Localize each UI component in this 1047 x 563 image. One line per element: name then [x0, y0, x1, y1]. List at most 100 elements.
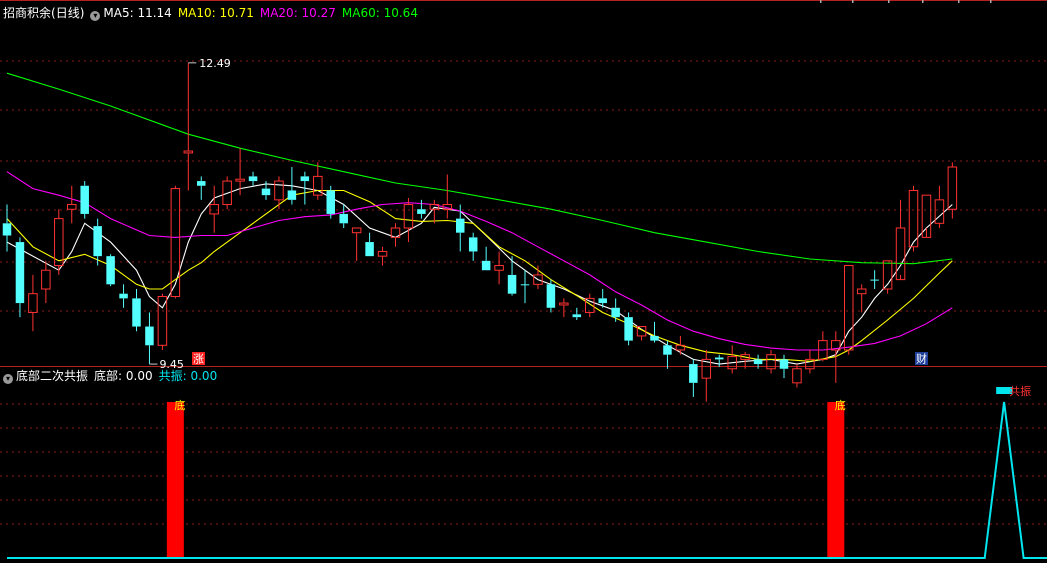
candle[interactable]	[818, 331, 828, 362]
candle[interactable]	[377, 246, 388, 266]
candle[interactable]	[28, 274, 38, 332]
candle-body	[417, 209, 426, 214]
indicator-dropdown-icon[interactable]: ▾	[3, 374, 13, 384]
candle[interactable]	[197, 176, 206, 200]
candle[interactable]	[326, 185, 336, 219]
top-toolbar-tick	[990, 0, 992, 3]
candle-body	[170, 188, 181, 298]
candle-body	[209, 204, 219, 215]
candle[interactable]	[675, 335, 686, 355]
candle-body	[870, 279, 879, 281]
candle[interactable]	[494, 251, 504, 285]
candle[interactable]	[715, 354, 724, 367]
candle-body	[856, 288, 867, 295]
ma-legend-ma5: MA5: 11.14	[103, 6, 172, 20]
candle[interactable]	[766, 350, 776, 374]
candle[interactable]	[520, 270, 530, 304]
candle[interactable]	[934, 185, 945, 228]
ma-legend: MA5: 11.14 MA10: 10.71 MA20: 10.27 MA60: 10…	[103, 6, 424, 20]
candle[interactable]	[481, 246, 491, 271]
candle-body	[351, 227, 362, 234]
settings-dropdown-icon[interactable]: ▾	[90, 11, 101, 21]
candle[interactable]	[2, 204, 12, 252]
candle[interactable]	[274, 176, 284, 210]
candle-body	[947, 166, 958, 210]
candle-body	[895, 227, 906, 281]
chart-canvas[interactable]: 底底共振 12.499.45 涨财	[0, 0, 1047, 563]
candle[interactable]	[856, 284, 867, 313]
candle-body	[119, 293, 128, 299]
candle[interactable]	[572, 307, 582, 320]
candle[interactable]	[351, 227, 362, 261]
candle-body	[300, 176, 310, 182]
candle-body	[494, 265, 504, 271]
candle[interactable]	[390, 223, 401, 247]
candle[interactable]	[611, 298, 620, 322]
candle-body	[481, 260, 491, 271]
candlestick-series[interactable]	[2, 62, 958, 402]
candle-body	[106, 256, 115, 285]
candle[interactable]	[870, 270, 879, 289]
candle[interactable]	[792, 364, 802, 388]
candle-body	[663, 345, 672, 355]
candle[interactable]	[339, 204, 348, 228]
candle[interactable]	[559, 298, 569, 318]
candle[interactable]	[248, 171, 258, 186]
top-toolbar-tick	[852, 0, 854, 3]
candle[interactable]	[80, 181, 89, 219]
candle[interactable]	[895, 199, 906, 281]
candle-body	[365, 242, 374, 257]
candle-body	[468, 237, 478, 252]
candle[interactable]	[701, 350, 712, 402]
candle[interactable]	[41, 260, 51, 304]
candle[interactable]	[15, 237, 25, 318]
bottom-signal-bar	[166, 402, 184, 558]
candle-body	[15, 242, 25, 304]
candle-body	[753, 359, 763, 365]
candle-body	[792, 368, 802, 384]
candle[interactable]	[844, 265, 854, 355]
candle[interactable]	[663, 340, 672, 369]
candle[interactable]	[779, 354, 789, 379]
candle[interactable]	[882, 260, 893, 294]
resonance-value: 0.00	[190, 369, 218, 383]
candle[interactable]	[456, 204, 465, 252]
candle[interactable]	[209, 185, 219, 233]
indicator-header: ▾ 底部二次共振 底部: 0.00 共振: 0.00	[3, 369, 217, 384]
candle[interactable]	[624, 312, 633, 346]
candle-body	[339, 213, 348, 224]
candle[interactable]	[119, 284, 128, 308]
top-toolbar-tick	[820, 0, 822, 3]
candle[interactable]	[689, 359, 698, 397]
ma-legend-ma60: MA60: 10.64	[341, 6, 418, 20]
candle[interactable]	[313, 162, 323, 200]
candle[interactable]	[67, 185, 77, 224]
stock-name: 招商积余	[3, 6, 52, 20]
candle-body	[572, 314, 582, 318]
candle[interactable]	[650, 321, 659, 343]
candle-body	[183, 150, 194, 154]
candle[interactable]	[106, 254, 115, 287]
candle[interactable]	[727, 345, 737, 374]
resonance-label: 共振	[158, 369, 183, 383]
candle-body	[157, 296, 168, 346]
candle-body	[689, 364, 698, 383]
candle-body	[287, 190, 297, 200]
candle[interactable]	[145, 312, 154, 365]
high-price-label: 12.49	[199, 57, 231, 70]
candle[interactable]	[132, 289, 141, 332]
top-toolbar-tick	[922, 0, 924, 3]
candle[interactable]	[365, 232, 374, 257]
candle[interactable]	[54, 209, 64, 275]
candle[interactable]	[417, 199, 426, 219]
candle[interactable]	[442, 174, 453, 219]
period-label: (日线)	[51, 6, 85, 20]
ma-line-ma20	[6, 171, 953, 351]
candle-body	[248, 176, 258, 182]
candle[interactable]	[507, 256, 517, 296]
candle[interactable]	[183, 62, 194, 191]
candle[interactable]	[468, 232, 478, 261]
candle-body	[624, 317, 633, 341]
candle[interactable]	[546, 279, 556, 313]
candle-body	[235, 178, 245, 182]
